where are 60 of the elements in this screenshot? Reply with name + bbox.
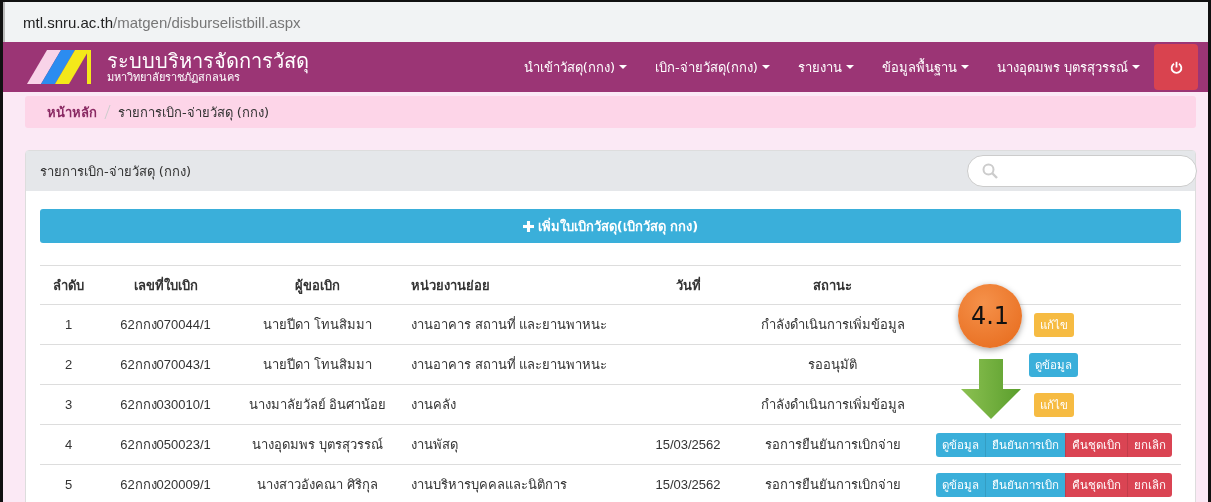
action-button[interactable]: ดูข้อมูล [935, 472, 985, 497]
column-header: วันที่ [637, 265, 739, 305]
table-cell: งานอาคาร สถานที่ และยานพาหนะ [401, 304, 637, 345]
table-cell: 15/03/2562 [655, 477, 721, 492]
nav-menu[interactable]: นำเข้าวัสดุ(กกง) [509, 56, 641, 78]
table-cell: รอการยืนยันการเบิกจ่าย [739, 464, 926, 502]
address-bar[interactable]: mtl.snru.ac.th/matgen/disburselistbill.aspx [3, 2, 1208, 42]
nav-menu[interactable]: เบิก-จ่ายวัสดุ(กกง) [641, 56, 784, 78]
search-icon [982, 163, 998, 179]
table-cell: 62กกง050023/1 [97, 424, 234, 465]
power-icon [1169, 60, 1183, 74]
action-button[interactable]: ยกเลิก [1126, 432, 1172, 457]
action-button[interactable]: ยกเลิก [1126, 472, 1172, 497]
table-cell: 2 [40, 344, 97, 385]
table-cell: 62กกง070044/1 [97, 304, 234, 345]
action-button[interactable]: คืนชุดเบิก [1064, 472, 1127, 497]
nav-menu[interactable]: นางอุดมพร บุตรสุวรรณ์ [982, 56, 1154, 78]
breadcrumb-link[interactable]: รายการเบิก-จ่ายวัสดุ (กกง) [118, 101, 269, 123]
nav-menu[interactable]: รายงาน [783, 56, 868, 78]
column-header: เลขที่ใบเบิก [97, 265, 234, 305]
logout-button[interactable] [1154, 44, 1198, 90]
table-cell: รออนุมัติ [739, 344, 926, 385]
table-cell: 62กกง070043/1 [97, 344, 234, 385]
down-arrow-icon [961, 359, 1021, 419]
column-header: ลำดับ [40, 265, 97, 305]
table-cell: 5 [40, 464, 97, 502]
table-cell: นางอุดมพร บุตรสุวรรณ์ [234, 424, 401, 465]
table-cell: 1 [40, 304, 97, 345]
nav-menu[interactable]: ข้อมูลพื้นฐาน [867, 56, 983, 78]
action-button[interactable]: ยืนยันการเบิก [984, 472, 1065, 497]
action-button[interactable]: ดูข้อมูล [1029, 352, 1078, 377]
table-cell: 4 [40, 424, 97, 465]
search-field[interactable] [967, 155, 1197, 187]
table-cell: งานพัสดุ [401, 424, 637, 465]
plus-icon [522, 220, 534, 232]
table-cell: งานคลัง [401, 384, 637, 425]
action-button[interactable]: คืนชุดเบิก [1064, 432, 1127, 457]
column-header: หน่วยงานย่อย [401, 265, 637, 305]
table-cell: กำลังดำเนินการเพิ่มข้อมูล [739, 384, 926, 425]
brand-subtitle: มหาวิทยาลัยราชภัฏสกลนคร [107, 71, 240, 85]
panel-title: รายการเบิก-จ่ายวัสดุ (กกง) [40, 162, 191, 182]
table-cell: นายปีดา โทนสิมมา [234, 304, 401, 345]
action-button[interactable]: ดูข้อมูล [935, 432, 985, 457]
table-cell: 3 [40, 384, 97, 425]
table-cell: นางมาลัยวัลย์ อินศาน้อย [234, 384, 401, 425]
table-cell: งานบริหารบุคคลและนิติการ [401, 464, 637, 502]
table-cell: กำลังดำเนินการเพิ่มข้อมูล [739, 304, 926, 345]
action-button[interactable]: ยืนยันการเบิก [984, 432, 1065, 457]
column-header: สถานะ [739, 265, 926, 305]
table-cell: 15/03/2562 [655, 437, 721, 452]
table-cell: นางสาวอังคณา ศิริกุล [234, 464, 401, 502]
table-cell: 62กกง020009/1 [97, 464, 234, 502]
table-cell: 62กกง030010/1 [97, 384, 234, 425]
table-cell: นายปีดา โทนสิมมา [234, 344, 401, 385]
column-header: ผู้ขอเบิก [234, 265, 401, 305]
table-cell: รอการยืนยันการเบิกจ่าย [739, 424, 926, 465]
breadcrumb-link[interactable]: หน้าหลัก [47, 101, 97, 123]
table-cell: งานอาคาร สถานที่ และยานพาหนะ [401, 344, 637, 385]
brand-title: ระบบบริหารจัดการวัสดุ [107, 49, 309, 72]
add-button[interactable]: เพิ่มใบเบิกวัสดุ(เบิกวัสดุ กกง) [40, 209, 1181, 243]
